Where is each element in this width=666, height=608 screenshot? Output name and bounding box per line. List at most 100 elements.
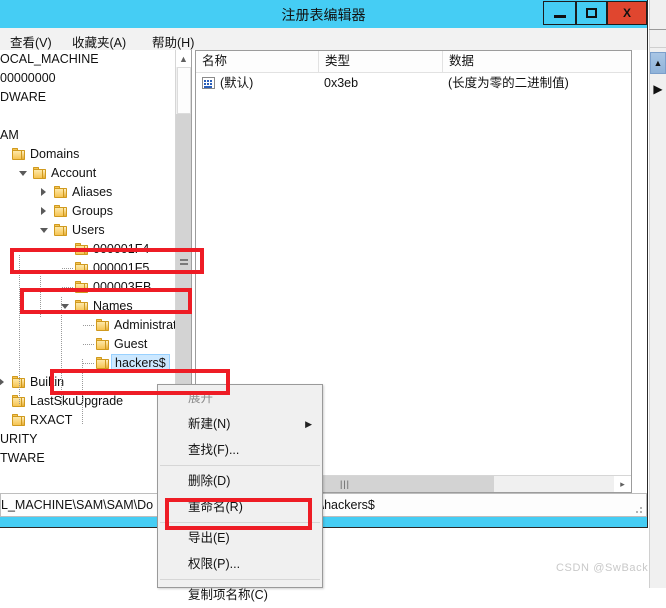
tree-connector-vline-0 — [19, 255, 20, 405]
tree-connector-line — [83, 325, 94, 326]
tree-item-am[interactable]: AM — [0, 126, 176, 145]
tree-item-rxact[interactable]: RXACT — [0, 411, 176, 430]
folder-spine — [63, 188, 67, 198]
folder-icon — [54, 224, 68, 236]
chevron-right-icon[interactable] — [0, 378, 7, 387]
tree-item-label: TWARE — [0, 449, 45, 468]
menu-favorites[interactable]: 收藏夹(A) — [68, 31, 130, 52]
folder-spine — [21, 416, 25, 426]
cell-value-data: (长度为零的二进制值) — [448, 73, 569, 93]
tree-item-domains[interactable]: Domains — [0, 145, 176, 164]
tree-item-administrator[interactable]: Administrator — [0, 316, 176, 335]
tree-item-guest[interactable]: Guest — [0, 335, 176, 354]
desktop-background: ▲ ▶ 注册表编辑器 X 查看(V) 收藏夹(A) 帮助(H) — [0, 0, 666, 588]
menu-item-find[interactable]: 查找(F)... — [158, 437, 322, 463]
folder-icon — [12, 414, 26, 426]
folder-spine — [63, 207, 67, 217]
triangle-glyph — [19, 171, 27, 176]
tree-item-label: Domains — [30, 145, 79, 164]
menu-separator — [160, 465, 320, 466]
folder-spine — [21, 397, 25, 407]
menu-item-label: 查找(F)... — [188, 443, 239, 457]
tree-item-label: OCAL_MACHINE — [0, 50, 99, 69]
outer-divider-line — [649, 29, 666, 30]
chevron-right-icon[interactable] — [40, 188, 49, 197]
minimize-icon — [554, 15, 566, 18]
tree-item-blank — [0, 107, 176, 126]
tree-connector-line — [83, 344, 94, 345]
tree-scroll-up-button[interactable]: ▲ — [176, 50, 191, 67]
context-menu[interactable]: 展开新建(N)▶查找(F)...删除(D)重命名(R)导出(E)权限(P)...… — [157, 384, 323, 588]
folder-spine — [105, 340, 109, 350]
column-header-name[interactable]: 名称 — [196, 51, 319, 72]
tree-item-users[interactable]: Users — [0, 221, 176, 240]
annotation-box-export — [165, 498, 312, 530]
folder-spine — [105, 321, 109, 331]
tree-item-00000000[interactable]: 00000000 — [0, 69, 176, 88]
triangle-right-icon: ▶ — [652, 82, 664, 96]
menu-view[interactable]: 查看(V) — [6, 31, 56, 52]
values-hscroll-right-button[interactable]: ▸ — [614, 476, 631, 492]
menu-item-label: 新建(N) — [188, 417, 230, 431]
triangle-up-icon: ▲ — [654, 59, 663, 68]
status-bar: L_MACHINE\SAM\SAM\Do \hackers$ — [0, 493, 647, 517]
tree-item-ocal-machine[interactable]: OCAL_MACHINE — [0, 50, 176, 69]
folder-icon — [12, 148, 26, 160]
outer-divider-line-2 — [649, 47, 666, 48]
tree-item-dware[interactable]: DWARE — [0, 88, 176, 107]
tree-item-label: Account — [51, 164, 96, 183]
tree-item-label: Users — [72, 221, 105, 240]
tree-item-label: Guest — [114, 335, 147, 354]
folder-icon — [54, 205, 68, 217]
menu-item-permissions[interactable]: 权限(P)... — [158, 551, 322, 577]
status-path-right: \hackers$ — [321, 498, 375, 512]
tree-item-account[interactable]: Account — [0, 164, 176, 183]
menu-item-copy-key-name[interactable]: 复制项名称(C) — [158, 582, 322, 608]
tree-item-label: Groups — [72, 202, 113, 221]
chevron-right-icon[interactable] — [40, 207, 49, 216]
tree-item-urity[interactable]: URITY — [0, 430, 176, 449]
folder-icon — [33, 167, 47, 179]
column-header-type[interactable]: 类型 — [319, 51, 443, 72]
menu-item-label: 删除(D) — [188, 474, 230, 488]
chevron-down-icon[interactable] — [40, 226, 49, 235]
tree-item-label: 00000000 — [0, 69, 56, 88]
resize-grip-icon[interactable] — [633, 504, 643, 514]
registry-binary-icon — [202, 77, 215, 89]
folder-icon — [96, 357, 110, 369]
tree-item-groups[interactable]: Groups — [0, 202, 176, 221]
triangle-glyph — [41, 188, 46, 196]
maximize-button[interactable] — [576, 1, 607, 25]
annotation-box-hackers — [50, 369, 230, 395]
status-path-left: L_MACHINE\SAM\SAM\Do — [1, 498, 153, 512]
menu-item-delete[interactable]: 删除(D) — [158, 468, 322, 494]
menu-help[interactable]: 帮助(H) — [148, 31, 198, 52]
menu-item-new[interactable]: 新建(N)▶ — [158, 411, 322, 437]
tree-item-label: DWARE — [0, 88, 46, 107]
folder-spine — [21, 150, 25, 160]
title-bar[interactable]: 注册表编辑器 X — [0, 0, 647, 28]
tree-item-tware[interactable]: TWARE — [0, 449, 176, 468]
outer-scroll-up-button[interactable]: ▲ — [650, 52, 666, 74]
minimize-button[interactable] — [543, 1, 576, 25]
close-icon: X — [623, 6, 631, 20]
chevron-down-icon[interactable] — [19, 169, 28, 178]
close-button[interactable]: X — [607, 1, 647, 25]
values-rows: (默认) 0x3eb (长度为零的二进制值) — [196, 73, 631, 93]
triangle-glyph — [41, 207, 46, 215]
cell-value-type: 0x3eb — [324, 73, 358, 93]
tree-item-label: Aliases — [72, 183, 112, 202]
menu-item-label: 复制项名称(C) — [188, 588, 268, 602]
tree-scroll-thumb[interactable] — [177, 67, 191, 114]
column-header-data[interactable]: 数据 — [443, 51, 631, 72]
watermark: CSDN @SwBack — [556, 562, 648, 574]
tree-item-aliases[interactable]: Aliases — [0, 183, 176, 202]
table-row[interactable]: (默认) 0x3eb (长度为零的二进制值) — [196, 73, 631, 93]
triangle-glyph — [40, 228, 48, 233]
scroll-grip-icon: ||| — [340, 480, 350, 489]
folder-icon — [96, 338, 110, 350]
menu-separator — [160, 579, 320, 580]
menu-item-label: 导出(E) — [188, 531, 230, 545]
tree-item-label: URITY — [0, 430, 38, 449]
tree-item-label: RXACT — [30, 411, 72, 430]
